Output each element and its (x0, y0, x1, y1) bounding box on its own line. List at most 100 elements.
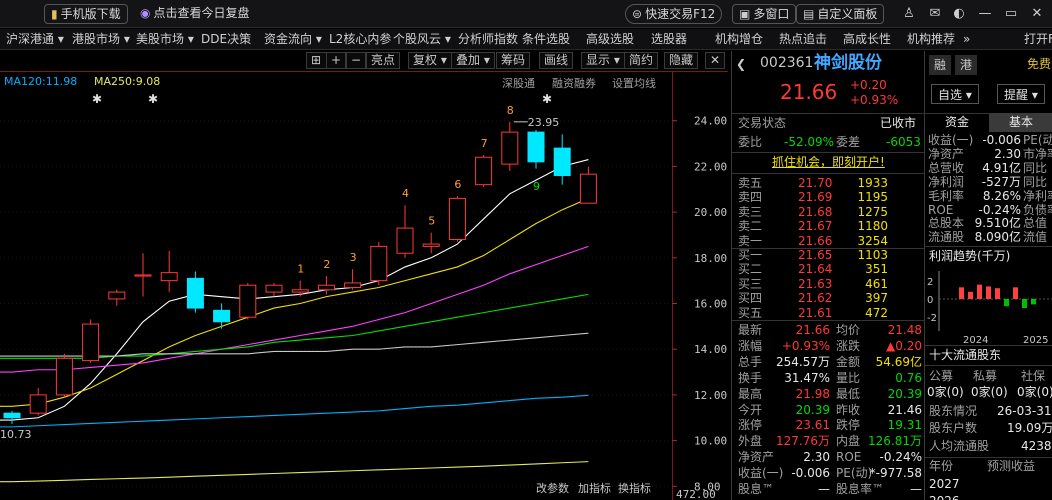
margin-button[interactable]: 融资融券 (552, 75, 596, 91)
candle (160, 250, 178, 293)
custom-panel-button[interactable]: ▤ 自定义面板 (796, 4, 885, 24)
holder-count-label: 股东户数 (929, 421, 978, 435)
menu-item-dde[interactable]: DDE决策 (201, 31, 251, 48)
ask-price[interactable]: 21.66 (798, 234, 832, 249)
menu-item-l2[interactable]: L2核心内参 (329, 31, 391, 48)
overlay-button[interactable]: 叠加 ▾ (451, 52, 495, 69)
ask-price[interactable]: 21.69 (798, 190, 832, 205)
multi-window-label: 多窗口 (753, 7, 790, 21)
menu-more[interactable]: » (963, 31, 970, 48)
tab-basic[interactable]: 基本 (989, 113, 1052, 132)
add-indicator-button[interactable]: 加指标 (578, 480, 611, 496)
kline-chart[interactable]: 24.00 22.00 20.00 18.00 16.00 14.00 12.00 10.00… (0, 51, 728, 500)
bid-volume: 351 (865, 262, 888, 277)
zoom-in-icon[interactable]: + (326, 52, 346, 69)
candle (448, 196, 466, 242)
skin-icon[interactable]: ◐ (950, 5, 968, 23)
menu-item-hotspot[interactable]: 热点追击 (779, 31, 827, 48)
maximize-icon[interactable]: ▭ (1002, 5, 1020, 23)
fundamental-value: 8.090亿 (974, 230, 1021, 245)
stat-value: 54.69亿 (875, 354, 922, 369)
bid-volume: 461 (865, 276, 888, 291)
set-ma-button[interactable]: 设置均线 (612, 75, 656, 91)
menu-item-stock-wind[interactable]: 个股风云 ▾ (393, 31, 451, 48)
prev-stock-icon[interactable]: ❮ (736, 57, 746, 72)
bid-price[interactable]: 21.63 (798, 277, 832, 292)
highlight-button[interactable]: 亮点 (366, 52, 401, 69)
event-marker: ✱ (148, 92, 158, 106)
hide-button[interactable]: 隐藏 (664, 52, 699, 69)
adjust-button[interactable]: 复权 ▾ (408, 52, 452, 69)
y-tick-label: 22.00 (694, 160, 727, 173)
change-param-button[interactable]: 改参数 (536, 480, 569, 496)
candle-body-up (108, 291, 126, 300)
draw-line-button[interactable]: 画线 (539, 52, 574, 69)
hk-tag[interactable]: 港 (955, 55, 977, 75)
menu-item-growth[interactable]: 高成长性 (843, 31, 891, 48)
self-select-button[interactable]: 自选 ▾ (931, 84, 979, 104)
menu-item-condition[interactable]: 条件选股 (522, 31, 570, 48)
menu-item-selector[interactable]: 选股器 (651, 31, 687, 48)
candle-body-up (370, 245, 388, 282)
bid-price[interactable]: 21.65 (798, 248, 832, 263)
stat-value: -0.006 (791, 466, 830, 481)
mail-icon[interactable]: ✉ (926, 5, 944, 23)
margin-tag[interactable]: 融 (929, 55, 951, 75)
divider (925, 246, 1052, 247)
user-icon[interactable]: ♙ (900, 5, 918, 23)
quick-trade-button[interactable]: ⊜ 快速交易F12 (625, 4, 723, 24)
profit-trend-chart: 2 0 -2 2024 2025 (927, 271, 1052, 345)
stat-value: 31.47% (784, 370, 830, 385)
simple-button[interactable]: 简约 (624, 52, 659, 69)
menu-item-open[interactable]: 打开F (1024, 31, 1052, 48)
fundamental-label: ROE (928, 202, 954, 217)
menu-item-analyst[interactable]: 分析师指数 (458, 31, 518, 48)
mobile-download-label: 手机版下载 (60, 7, 121, 21)
candle (108, 289, 126, 306)
candle (317, 276, 335, 295)
menu-item-hkmarket[interactable]: 港股市场 ▾ (72, 31, 130, 48)
ask-price[interactable]: 21.67 (798, 219, 832, 234)
multi-window-button[interactable]: ▣ 多窗口 (732, 4, 797, 24)
menu-item-inst-add[interactable]: 机构增仓 (715, 31, 763, 48)
candle-body-up (317, 284, 335, 291)
menu-item-inst-rec[interactable]: 机构推荐 (907, 31, 955, 48)
menu-item-advanced[interactable]: 高级选股 (586, 31, 634, 48)
menu-item-capital-flow[interactable]: 资金流向 ▾ (264, 31, 322, 48)
chart-expand-icon[interactable]: ⊞ (306, 52, 326, 69)
holder-count: 19.09万 (1007, 421, 1052, 435)
remind-button[interactable]: 提醒 ▾ (997, 84, 1045, 104)
zoom-out-icon[interactable]: − (346, 52, 366, 69)
ask-volume: 1933 (857, 176, 888, 190)
last-price: 21.66 (780, 80, 837, 104)
sz-connect-button[interactable]: 深股通 (502, 75, 535, 91)
daily-review-link[interactable]: ◉ 点击查看今日复盘 (134, 4, 256, 24)
close-icon[interactable]: ✕ (1028, 5, 1046, 23)
menu-item-usmarket[interactable]: 美股市场 ▾ (136, 31, 194, 48)
free-link[interactable]: 免费 (1027, 57, 1051, 72)
open-account-link[interactable]: 抓住机会，即刻开户! (772, 155, 885, 170)
divider (732, 152, 924, 153)
low-label: 10.73 (0, 428, 32, 441)
stat-label: 最新 (738, 323, 763, 337)
ma250-label: MA250:9.08 (94, 75, 161, 88)
bid-price[interactable]: 21.61 (798, 306, 832, 321)
profit-bar (1004, 299, 1009, 307)
minimize-icon[interactable]: — (976, 5, 994, 23)
switch-indicator-button[interactable]: 换指标 (618, 480, 651, 496)
ask-price[interactable]: 21.68 (798, 205, 832, 220)
profit-tick-label: 0 (927, 295, 933, 306)
mobile-download-button[interactable]: ▮ 手机版下载 (44, 4, 128, 24)
fundamental-label: 毛利率 (928, 188, 965, 203)
tab-fund[interactable]: 资金 (925, 115, 989, 130)
bid-price[interactable]: 21.62 (798, 291, 832, 306)
bid-price[interactable]: 21.64 (798, 262, 832, 277)
stat-value: *-977.58 (869, 466, 922, 481)
fundamental-value: -0.006 (982, 133, 1021, 147)
display-button[interactable]: 显示 ▾ (581, 52, 625, 69)
ask-price[interactable]: 21.70 (798, 176, 832, 191)
chips-button[interactable]: 筹码 (496, 52, 531, 69)
close-chart-icon[interactable]: ✕ (705, 52, 725, 69)
menu-item-hkconnect[interactable]: 沪深港通 ▾ (6, 31, 64, 48)
kline-svg[interactable]: 24.00 22.00 20.00 18.00 16.00 14.00 12.00 10.00… (0, 51, 728, 500)
